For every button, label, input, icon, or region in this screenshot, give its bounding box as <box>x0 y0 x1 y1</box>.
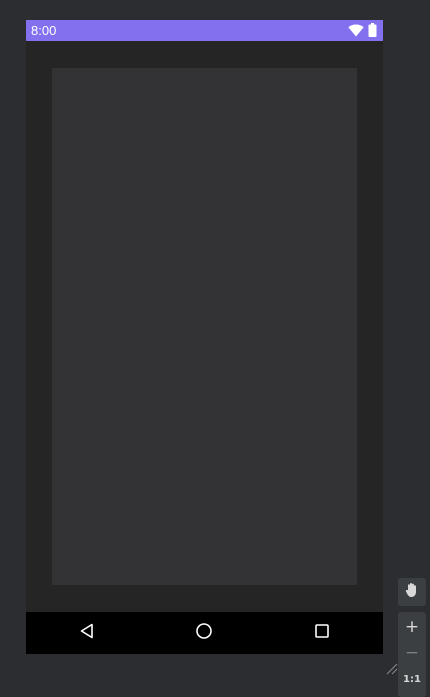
status-bar: 8:00 <box>26 20 383 41</box>
home-button[interactable] <box>194 622 214 645</box>
resize-handle[interactable] <box>386 662 398 675</box>
preview-tools: + − 1:1 <box>398 578 426 697</box>
navigation-bar <box>26 612 383 654</box>
back-icon <box>79 623 95 644</box>
status-icons <box>348 23 377 37</box>
layout-preview-canvas: 8:00 + − 1:1 <box>0 0 430 697</box>
content-area <box>26 41 383 612</box>
zoom-reset-button[interactable]: 1:1 <box>398 666 426 692</box>
zoom-controls: + − 1:1 <box>398 612 426 697</box>
zoom-in-button[interactable]: + <box>398 614 426 640</box>
back-button[interactable] <box>77 623 97 643</box>
recents-button[interactable] <box>312 623 332 643</box>
wifi-icon <box>348 24 364 37</box>
battery-icon <box>368 23 377 37</box>
pan-button[interactable] <box>398 578 426 606</box>
device-preview: 8:00 <box>26 20 383 654</box>
recents-icon <box>314 623 330 644</box>
zoom-out-button[interactable]: − <box>398 640 426 666</box>
hand-icon <box>405 582 419 602</box>
home-icon <box>195 622 213 645</box>
content-card <box>52 68 357 585</box>
status-time: 8:00 <box>31 23 57 38</box>
